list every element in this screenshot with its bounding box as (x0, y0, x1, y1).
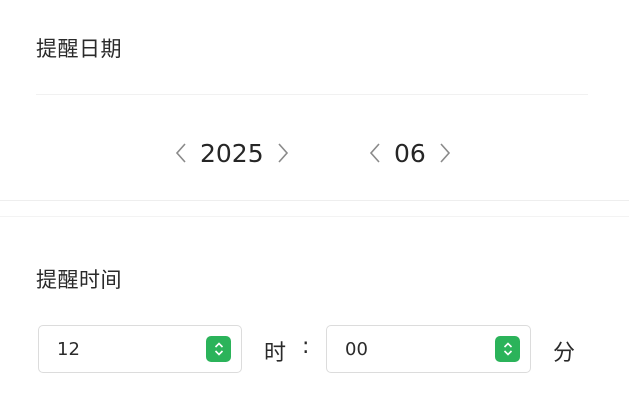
chevron-right-icon (278, 143, 288, 163)
year-value: 2025 (200, 138, 264, 168)
divider (36, 94, 588, 95)
chevron-left-icon (175, 143, 186, 163)
year-next-button[interactable] (272, 135, 294, 171)
time-separator: : (302, 334, 310, 359)
section-divider (0, 216, 629, 217)
year-picker: 2025 (170, 135, 294, 171)
reminder-settings-panel: 提醒日期 2025 06 提醒时间 12 时: 00 分 (0, 0, 629, 413)
minute-value: 00 (345, 339, 368, 360)
hour-unit-label: 时 (264, 341, 287, 366)
minute-unit-label: 分 (553, 341, 576, 366)
hour-value: 12 (57, 339, 80, 360)
month-picker: 06 (364, 135, 456, 171)
minute-stepper[interactable] (495, 336, 520, 362)
reminder-date-title: 提醒日期 (36, 37, 122, 61)
month-prev-button[interactable] (364, 135, 386, 171)
month-next-button[interactable] (434, 135, 456, 171)
chevron-left-icon (369, 143, 380, 163)
chevron-right-icon (440, 143, 450, 163)
reminder-time-title: 提醒时间 (36, 268, 122, 292)
minute-select[interactable]: 00 (326, 325, 531, 373)
hour-select[interactable]: 12 (38, 325, 242, 373)
hour-stepper[interactable] (206, 336, 231, 362)
year-prev-button[interactable] (170, 135, 192, 171)
up-down-stepper-icon (214, 342, 223, 356)
month-value: 06 (394, 138, 426, 168)
up-down-stepper-icon (503, 342, 512, 356)
section-divider (0, 200, 629, 201)
